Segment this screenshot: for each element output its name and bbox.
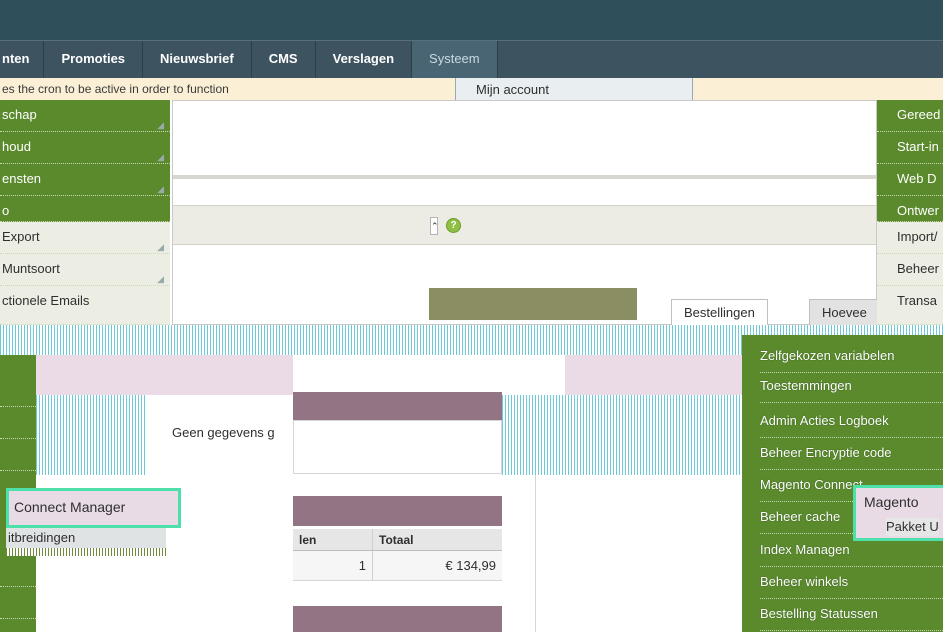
nav-item-reports[interactable]: Verslagen <box>316 41 413 78</box>
corner-arrow-icon: ◢ <box>157 120 164 130</box>
content-panel: ⌃ ? Bestellingen Hoevee <box>172 100 880 326</box>
system-menu-item[interactable]: Admin Acties Logboek <box>760 406 943 438</box>
right-menu-item[interactable]: Gereed <box>877 100 943 132</box>
nav-item-system[interactable]: Systeem <box>412 41 498 78</box>
nav-item-newsletter[interactable]: Nieuwsbrief <box>143 41 252 78</box>
tab-orders[interactable]: Bestellingen <box>671 299 768 326</box>
menu-stub <box>0 407 36 439</box>
right-menu-item[interactable]: Transa <box>877 286 943 325</box>
left-menu-item-emails[interactable]: ctionele Emails <box>0 286 170 325</box>
system-menu-item[interactable]: Zelfgekozen variabelen <box>760 341 943 373</box>
extensions-menu-item[interactable]: itbreidingen <box>6 528 166 548</box>
header-bar <box>0 0 943 40</box>
tab-quantity[interactable]: Hoevee <box>809 299 880 326</box>
left-menu-item[interactable]: schap ◢ <box>0 100 170 132</box>
system-menu-item[interactable]: Toestemmingen <box>760 371 943 403</box>
right-menu-item[interactable]: Beheer <box>877 254 943 286</box>
magento-connect-manager-item[interactable]: Magento <box>864 492 918 512</box>
right-submenu: Gereed Start-in Web D Ontwer Import/ Beh… <box>877 100 943 325</box>
chevron-down-icon[interactable]: ⌃ <box>430 217 439 235</box>
box-header <box>293 606 502 632</box>
left-menu-label: o <box>2 203 10 218</box>
no-data-text: Geen gegevens g <box>172 425 275 440</box>
table-cell: 1 <box>358 558 366 573</box>
left-menu-item-currency[interactable]: Muntsoort ◢ <box>0 254 170 286</box>
help-icon[interactable]: ? <box>446 218 461 233</box>
table-row[interactable]: 1 € 134,99 <box>293 551 502 581</box>
left-menu-item[interactable]: houd ◢ <box>0 132 170 164</box>
box-header <box>293 392 502 420</box>
connect-manager-menu-item[interactable]: Connect Manager <box>6 488 181 528</box>
right-menu-item[interactable]: Import/ <box>877 222 943 254</box>
corner-arrow-icon: ◢ <box>157 152 164 162</box>
main-nav: nten Promoties Nieuwsbrief CMS Verslagen… <box>0 40 943 78</box>
left-menu-label: Export <box>2 229 40 244</box>
render-artifact <box>6 548 166 556</box>
orders-table: len Totaal 1 € 134,99 <box>293 529 502 581</box>
left-menu-item[interactable]: o <box>0 196 170 222</box>
panel-separator <box>173 175 876 179</box>
table-header: len Totaal <box>293 529 502 551</box>
table-cell: € 134,99 <box>372 551 502 580</box>
system-menu-item[interactable]: Beheer Encryptie code <box>760 438 943 470</box>
box-header <box>293 496 502 526</box>
column-divider <box>535 475 536 632</box>
system-dropdown-my-account[interactable]: Mijn account <box>455 78 693 100</box>
render-artifact <box>36 395 147 475</box>
corner-arrow-icon: ◢ <box>157 274 164 284</box>
left-menu-label: ensten <box>2 171 42 186</box>
nav-item-promotions[interactable]: Promoties <box>44 41 144 78</box>
box-content <box>293 420 502 474</box>
left-menu-label: Muntsoort <box>2 261 60 276</box>
filter-row: ⌃ ? <box>173 205 876 245</box>
nav-item-cms[interactable]: CMS <box>252 41 316 78</box>
menu-stub <box>0 439 36 471</box>
left-menu-item[interactable]: ensten ◢ <box>0 164 170 196</box>
corner-arrow-icon: ◢ <box>157 184 164 194</box>
column-header[interactable]: len <box>293 529 372 550</box>
menu-stub <box>0 555 36 587</box>
left-submenu: schap ◢ houd ◢ ensten ◢ o Export ◢ Muntsoort… <box>0 100 170 325</box>
left-menu-label: houd <box>2 139 31 154</box>
left-menu-label: ctionele Emails <box>2 293 90 308</box>
section-header-band <box>565 355 742 395</box>
system-menu-item[interactable]: Bestelling Statussen <box>760 599 943 631</box>
menu-stub <box>0 587 36 619</box>
system-menu-item[interactable]: Beheer winkels <box>760 567 943 599</box>
nav-item-content[interactable]: nten <box>0 41 45 78</box>
package-extensions-item[interactable]: Pakket U <box>886 518 939 536</box>
menu-stub <box>0 375 36 407</box>
left-menu-label: schap <box>2 107 37 122</box>
render-artifact <box>502 395 742 475</box>
magento-connect-submenu: Magento Pakket U <box>853 485 943 541</box>
corner-arrow-icon: ◢ <box>157 242 164 252</box>
chart-bar <box>429 288 637 320</box>
right-menu-item[interactable]: Web D <box>877 164 943 196</box>
right-menu-item[interactable]: Ontwer <box>877 196 943 222</box>
column-header[interactable]: Totaal <box>372 529 502 550</box>
section-header-band <box>36 355 293 395</box>
left-menu-item-export[interactable]: Export ◢ <box>0 222 170 254</box>
right-menu-item[interactable]: Start-in <box>877 132 943 164</box>
